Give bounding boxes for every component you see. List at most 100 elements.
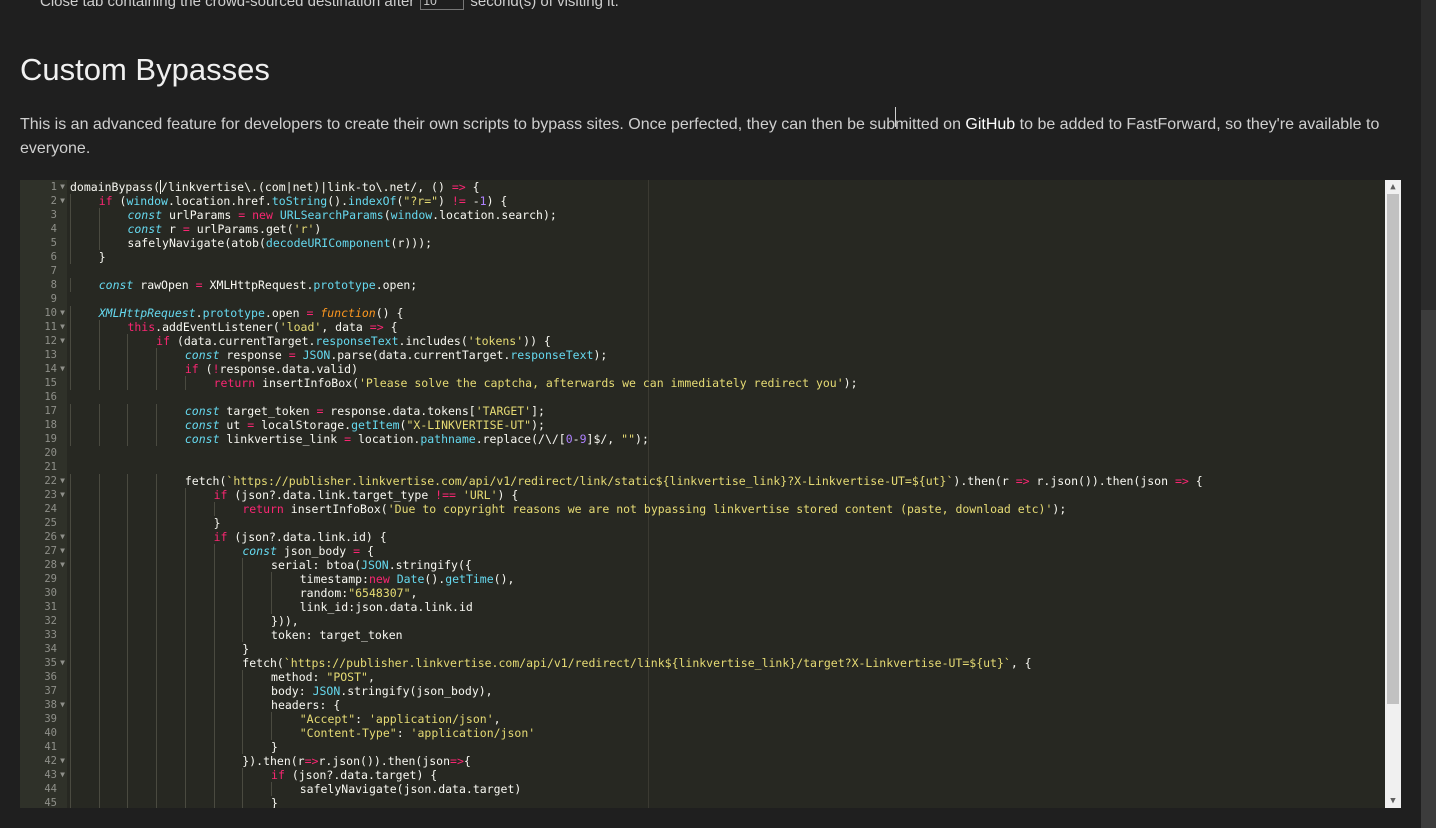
fold-arrow-icon[interactable]: ▼ [60,474,65,488]
fold-arrow-icon[interactable]: ▼ [60,194,65,208]
code-line: fetch(`https://publisher.linkvertise.com… [70,656,1385,670]
line-number: 37 [20,684,67,698]
line-number-text: 32 [44,615,57,627]
line-number: 22 ▼ [20,474,67,488]
line-number-text: 14 [44,363,57,375]
line-number-text: 28 [44,559,57,571]
line-number-gutter: 1 ▼ 2 ▼ 3 4 5 6 7 8 9 10 ▼ 11 ▼ 12 ▼ 13 14 ▼ 15 16 17 18 19 20 21 2… [20,180,67,808]
code-content[interactable]: domainBypass(/linkvertise\.(com|net)|lin… [70,180,1385,808]
code-line: serial: btoa(JSON.stringify({ [70,558,1385,572]
page-title: Custom Bypasses [20,52,270,87]
close-tab-label: Close tab containing the crowd-sourced d… [40,0,415,10]
line-number-text: 41 [44,741,57,753]
line-number: 45 [20,796,67,808]
line-number-text: 45 [44,797,57,808]
line-number: 20 [20,446,67,460]
fold-arrow-icon[interactable]: ▼ [60,754,65,768]
line-number: 4 [20,222,67,236]
fold-arrow-icon[interactable]: ▼ [60,530,65,544]
line-number: 43 ▼ [20,768,67,782]
fold-arrow-icon[interactable]: ▼ [60,320,65,334]
line-number: 32 [20,614,67,628]
fold-arrow-icon[interactable]: ▼ [60,544,65,558]
line-number: 19 [20,432,67,446]
code-line: } [70,642,1385,656]
line-number: 34 [20,642,67,656]
line-number-text: 5 [50,237,57,249]
line-number-text: 42 [44,755,57,767]
editor-scrollbar[interactable]: ▲ ▼ [1385,180,1401,808]
line-number: 41 [20,740,67,754]
code-line: })), [70,614,1385,628]
close-tab-suffix: second(s) of visiting it. [470,0,619,10]
fold-arrow-icon[interactable]: ▼ [60,180,65,194]
line-number-text: 43 [44,769,57,781]
line-number-text: 36 [44,671,57,683]
page-scrollbar[interactable] [1421,0,1436,828]
line-number: 38 ▼ [20,698,67,712]
code-line: if (json?.data.link.id) { [70,530,1385,544]
code-line: const r = urlParams.get('r') [70,222,1385,236]
code-line: } [70,796,1385,808]
line-number-text: 20 [44,447,57,459]
line-number-text: 19 [44,433,57,445]
line-number: 15 [20,376,67,390]
code-line: const linkvertise_link = location.pathna… [70,432,1385,446]
fold-arrow-icon[interactable]: ▼ [60,362,65,376]
line-number-text: 1 [50,181,57,193]
line-number: 7 [20,264,67,278]
fold-arrow-icon[interactable]: ▼ [60,334,65,348]
code-line: } [70,250,1385,264]
line-number-text: 24 [44,503,57,515]
line-number-text: 11 [44,321,57,333]
line-number: 12 ▼ [20,334,67,348]
line-number: 21 [20,460,67,474]
line-number-text: 8 [50,279,57,291]
code-line: return insertInfoBox('Due to copyright r… [70,502,1385,516]
scroll-up-arrow-icon[interactable]: ▲ [1385,180,1401,194]
github-link[interactable]: GitHub [965,116,1015,133]
code-line: const json_body = { [70,544,1385,558]
line-number: 40 [20,726,67,740]
code-line: random:"6548307", [70,586,1385,600]
fold-arrow-icon[interactable]: ▼ [60,488,65,502]
line-number: 3 [20,208,67,222]
description-text: This is an advanced feature for develope… [20,116,966,133]
fold-arrow-icon[interactable]: ▼ [60,768,65,782]
line-number-text: 38 [44,699,57,711]
code-line: const urlParams = new URLSearchParams(wi… [70,208,1385,222]
code-line: } [70,740,1385,754]
fold-arrow-icon[interactable]: ▼ [60,698,65,712]
close-tab-seconds-input[interactable]: 10 [420,0,465,10]
code-line: timestamp:new Date().getTime(), [70,572,1385,586]
section-description: This is an advanced feature for develope… [20,113,1400,161]
line-number: 25 [20,516,67,530]
line-number: 23 ▼ [20,488,67,502]
line-number: 31 [20,600,67,614]
line-number: 14 ▼ [20,362,67,376]
line-number-text: 9 [50,293,57,305]
fold-arrow-icon[interactable]: ▼ [60,306,65,320]
fold-arrow-icon[interactable]: ▼ [60,558,65,572]
line-number-text: 37 [44,685,57,697]
line-number-text: 6 [50,251,57,263]
code-line: } [70,516,1385,530]
code-line: if (data.currentTarget.responseText.incl… [70,334,1385,348]
line-number: 1 ▼ [20,180,67,194]
code-line: domainBypass(/linkvertise\.(com|net)|lin… [70,180,480,194]
line-number-text: 31 [44,601,57,613]
scroll-down-arrow-icon[interactable]: ▼ [1385,794,1401,808]
line-number-text: 29 [44,573,57,585]
code-line: if (!response.data.valid) [70,362,1385,376]
line-number-text: 21 [44,461,57,473]
fold-arrow-icon[interactable]: ▼ [60,656,65,670]
page-scrollbar-thumb[interactable] [1421,310,1436,828]
code-editor[interactable]: 1 ▼ 2 ▼ 3 4 5 6 7 8 9 10 ▼ 11 ▼ 12 ▼ 13 14 ▼ 15 16 17 18 19 20 21 2… [20,180,1401,808]
mouse-cursor [895,107,896,127]
editor-scrollbar-thumb[interactable] [1387,194,1399,704]
line-number-text: 39 [44,713,57,725]
line-number-text: 44 [44,783,57,795]
